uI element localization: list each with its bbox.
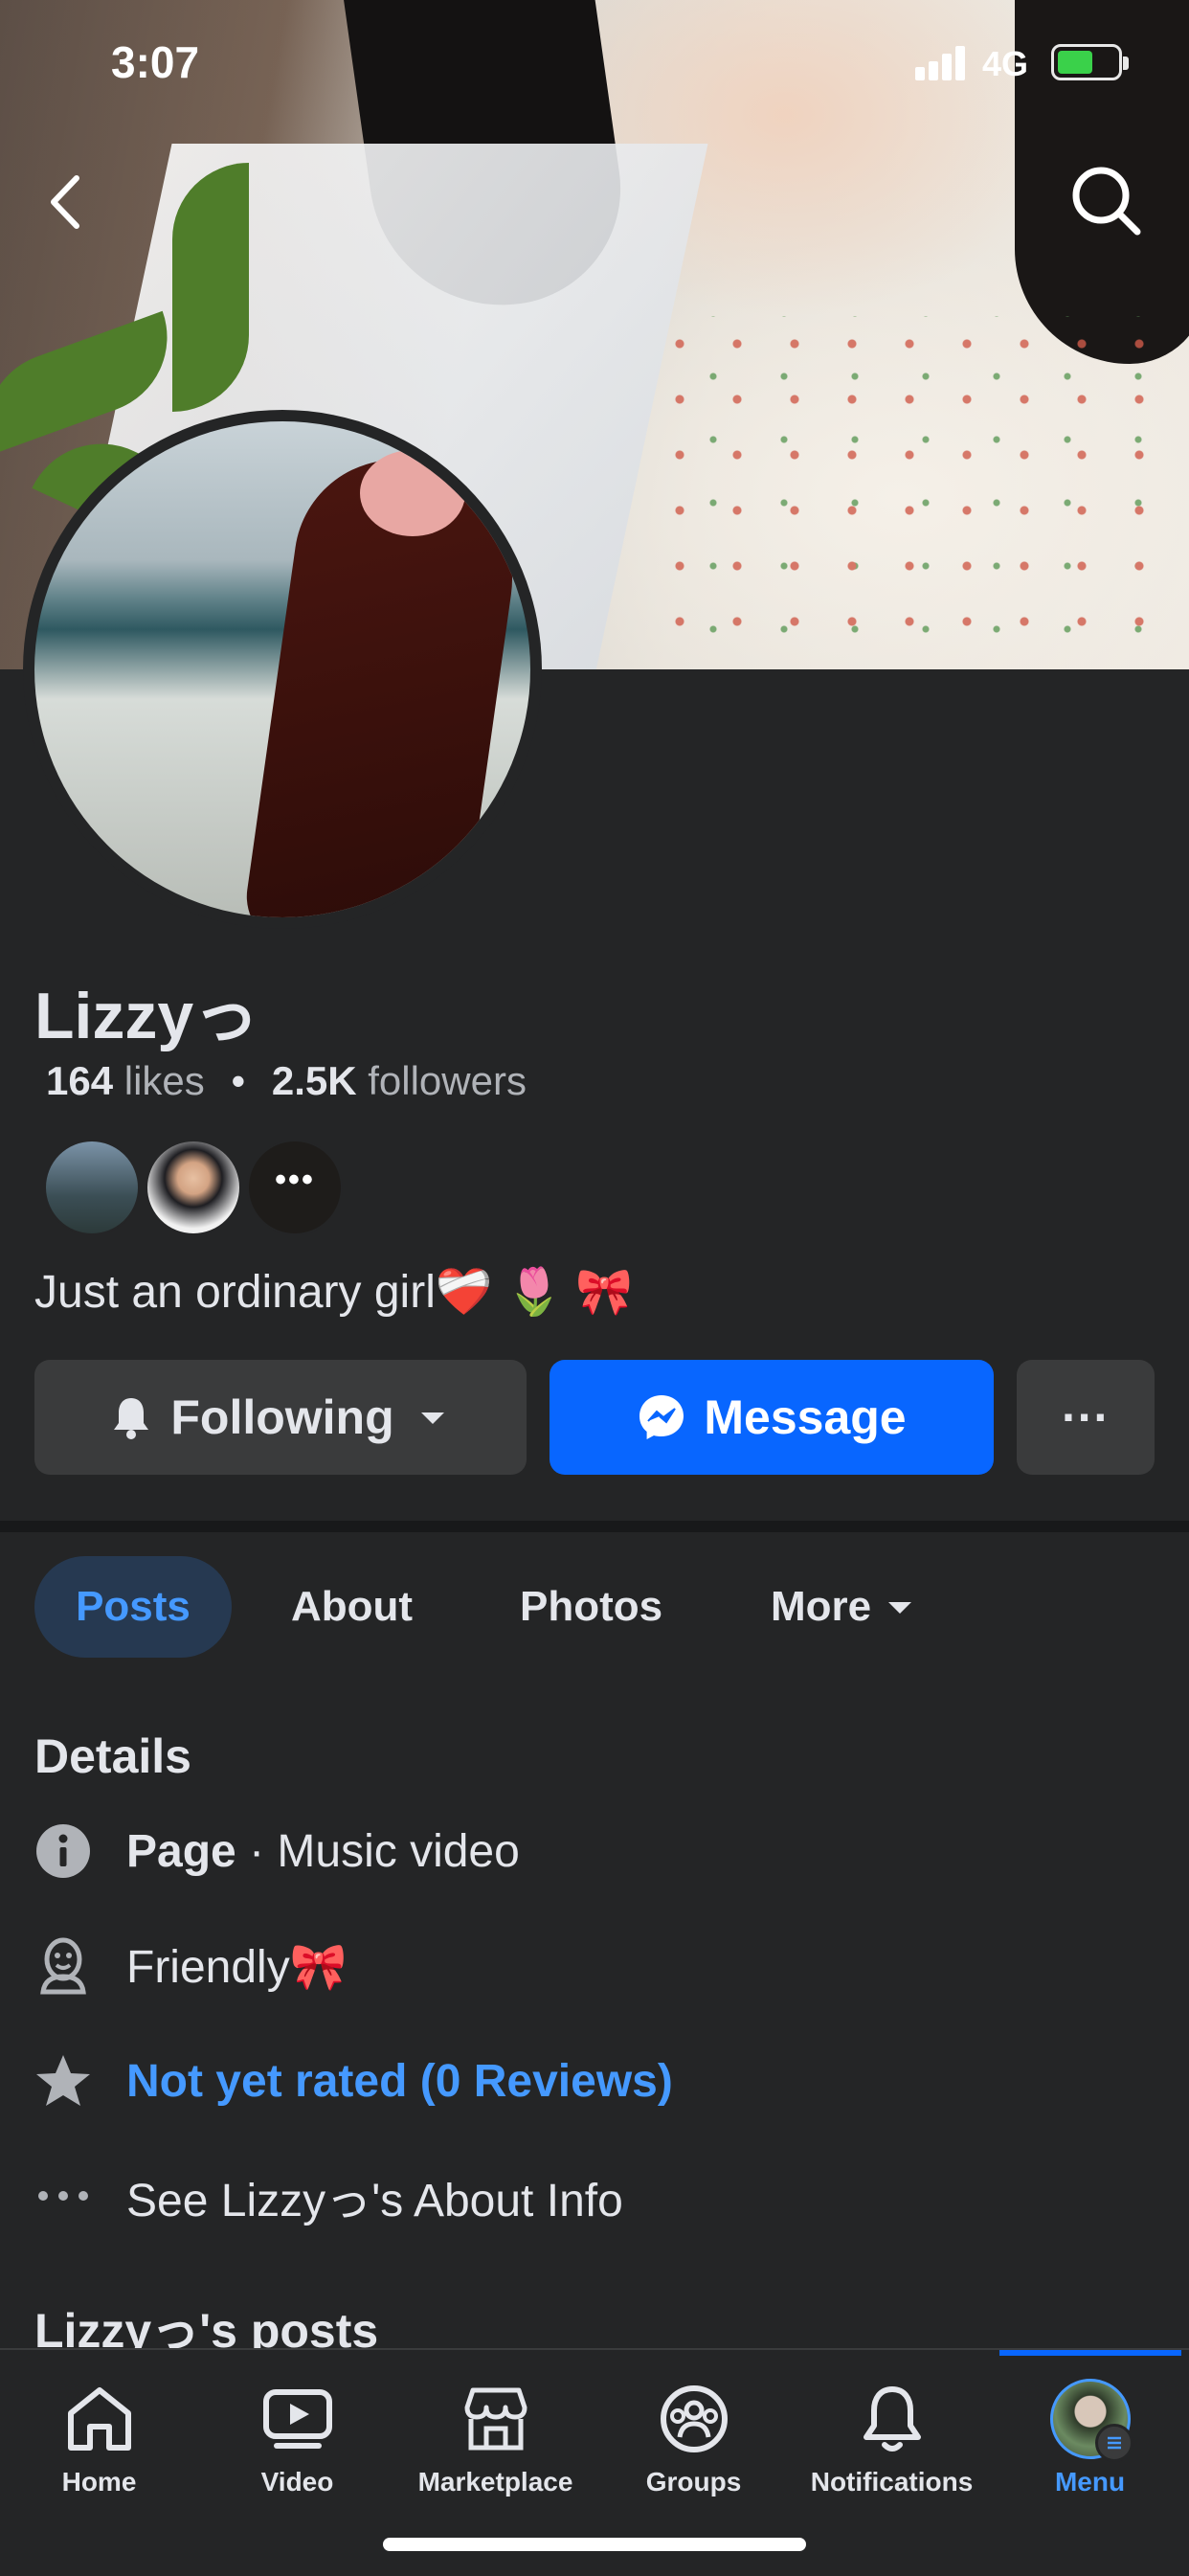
detail-mood-text: Friendly🎀 xyxy=(126,1941,348,1993)
nav-groups-label: Groups xyxy=(645,2467,742,2497)
rating-link[interactable]: Not yet rated (0 Reviews) xyxy=(126,2055,673,2108)
followers-label: followers xyxy=(368,1058,527,1103)
nav-marketplace-label: Marketplace xyxy=(417,2467,573,2497)
groups-icon xyxy=(660,2385,728,2452)
back-button[interactable] xyxy=(38,169,96,236)
info-icon xyxy=(34,1822,92,1880)
cover-leaf xyxy=(172,163,249,412)
home-icon xyxy=(67,2387,131,2451)
chevron-left-icon xyxy=(51,175,79,229)
followers-count[interactable]: 2.5K xyxy=(272,1058,357,1103)
home-indicator[interactable] xyxy=(383,2538,806,2551)
nav-home-label: Home xyxy=(61,2467,137,2497)
status-time: 3:07 xyxy=(111,37,200,87)
message-label: Message xyxy=(704,1390,907,1444)
mood-icon xyxy=(34,1937,92,1995)
nav-notifications[interactable]: Notifications xyxy=(793,2373,991,2497)
status-bar: 3:07 4G xyxy=(0,0,1189,134)
likes-count[interactable]: 164 xyxy=(46,1058,113,1103)
cover-dress-pattern xyxy=(651,316,1187,669)
detail-about-info[interactable]: See Lizzyっ's About Info xyxy=(34,2158,623,2234)
messenger-icon xyxy=(639,1395,684,1439)
section-divider xyxy=(0,1521,1189,1532)
nav-video-label: Video xyxy=(260,2467,334,2497)
more-actions-button[interactable]: ··· xyxy=(1017,1360,1155,1475)
search-icon xyxy=(1072,167,1141,236)
tab-photos[interactable]: Photos xyxy=(520,1556,662,1658)
profile-avatar[interactable] xyxy=(34,421,530,917)
following-button[interactable]: Following xyxy=(34,1360,527,1475)
bell-icon xyxy=(863,2386,921,2452)
tab-posts[interactable]: Posts xyxy=(34,1556,232,1658)
nav-menu[interactable]: Menu xyxy=(991,2373,1189,2497)
following-label: Following xyxy=(170,1390,394,1444)
caret-down-icon xyxy=(420,1412,444,1424)
detail-page-text: · Music video xyxy=(236,1825,520,1877)
star-icon xyxy=(34,2052,92,2110)
active-tab-indicator xyxy=(999,2350,1181,2356)
profile-bio: Just an ordinary girl❤️‍🩹 🌷 🎀 xyxy=(34,1267,633,1318)
nav-video[interactable]: Video xyxy=(198,2373,396,2497)
friend-avatar[interactable] xyxy=(44,1140,140,1235)
detail-page-bold: Page xyxy=(126,1825,236,1877)
menu-avatar xyxy=(1049,2379,1133,2462)
details-heading: Details xyxy=(34,1729,191,1783)
detail-page-category: Page · Music video xyxy=(34,1813,520,1889)
nav-menu-label: Menu xyxy=(1054,2467,1126,2497)
bell-icon xyxy=(114,1398,149,1439)
about-info-link[interactable]: See Lizzyっ's About Info xyxy=(126,2162,623,2229)
marketplace-icon xyxy=(464,2387,527,2451)
friends-more-avatar[interactable]: ••• xyxy=(247,1140,343,1235)
tab-more-label: More xyxy=(771,1583,872,1630)
search-button[interactable] xyxy=(1068,163,1145,239)
nav-marketplace[interactable]: Marketplace xyxy=(396,2373,594,2497)
profile-name: Lizzyっ xyxy=(34,980,259,1052)
more-dots-icon: ··· xyxy=(1062,1390,1110,1444)
nav-home[interactable]: Home xyxy=(0,2373,198,2497)
signal-icon xyxy=(915,46,969,80)
tab-about[interactable]: About xyxy=(291,1556,413,1658)
profile-stats: 164 likes • 2.5K followers xyxy=(46,1058,527,1104)
friend-avatar[interactable] xyxy=(146,1140,241,1235)
caret-down-icon xyxy=(888,1602,912,1614)
video-icon xyxy=(262,2389,332,2449)
tab-more[interactable]: More xyxy=(771,1556,919,1658)
nav-notifications-label: Notifications xyxy=(810,2467,974,2497)
message-button[interactable]: Message xyxy=(550,1360,994,1475)
network-type: 4G xyxy=(982,44,1029,83)
battery-icon xyxy=(1051,44,1129,80)
detail-rating[interactable]: Not yet rated (0 Reviews) xyxy=(34,2043,673,2119)
hamburger-icon xyxy=(1094,2424,1133,2462)
nav-groups[interactable]: Groups xyxy=(594,2373,793,2497)
more-dots-icon xyxy=(34,2167,92,2225)
detail-mood: Friendly🎀 xyxy=(34,1928,347,2004)
stats-separator: • xyxy=(231,1058,246,1103)
likes-label: likes xyxy=(123,1058,205,1103)
